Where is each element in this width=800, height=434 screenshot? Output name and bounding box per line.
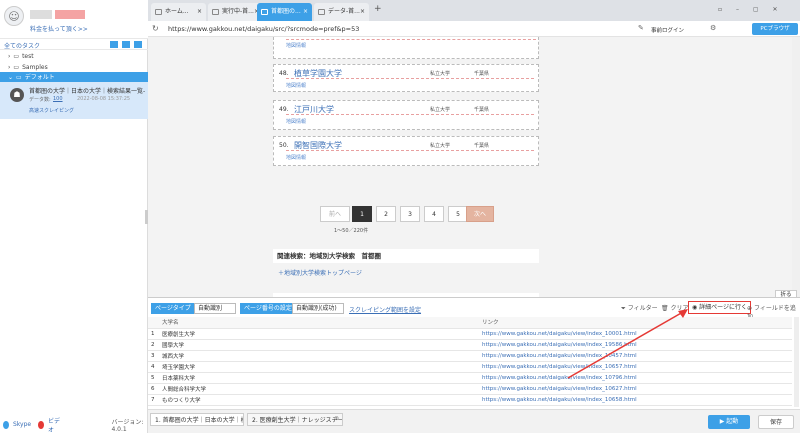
start-label: 起動 [726,418,739,425]
tab-close-icon[interactable]: ⊗ [334,415,339,422]
data-tab-2[interactable]: 2. 医療創生大学｜ナレッジステー... [247,413,343,426]
play-icon: ▶ [719,418,725,425]
annotation-arrow [567,309,688,379]
save-button[interactable]: 保存 [758,415,794,429]
data-tab-1[interactable]: 1. 首都圏の大学｜日本の大学｜検 [150,413,244,426]
bottom-bar: 1. 首都圏の大学｜日本の大学｜検 2. 医療創生大学｜ナレッジステー... ⊗… [148,409,800,433]
start-button[interactable]: ▶ 起動 [708,415,750,429]
